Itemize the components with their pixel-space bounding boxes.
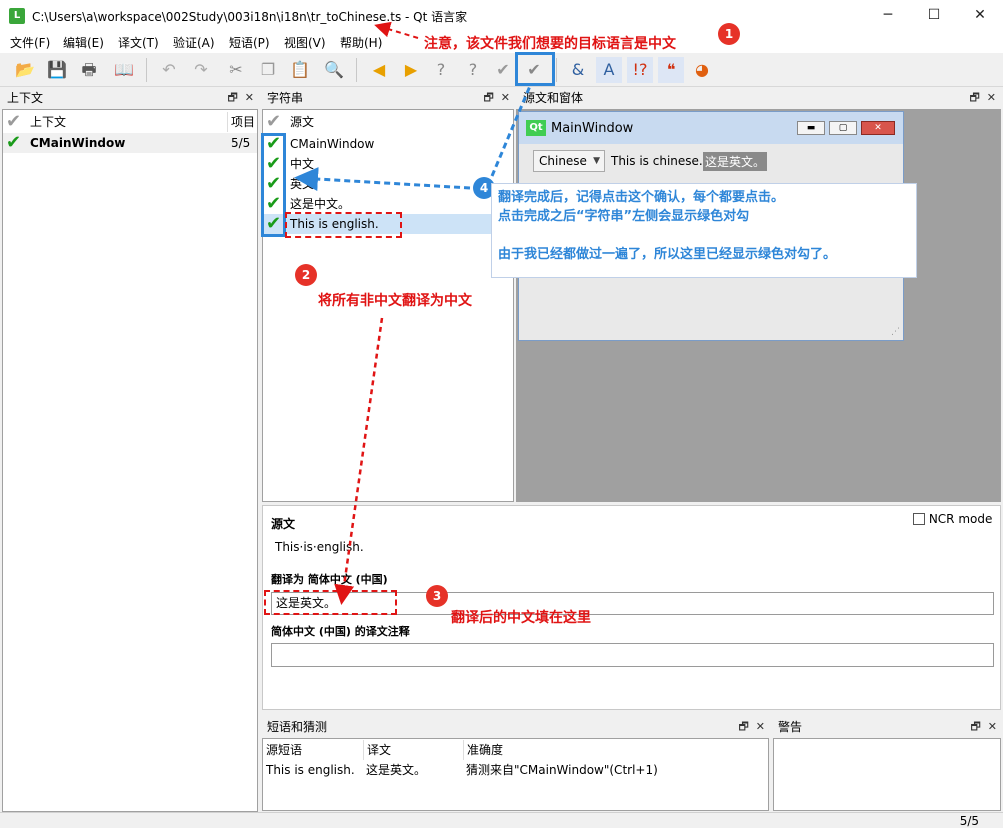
arrow-4a [294, 167, 471, 192]
annotation-4-line1: 翻译完成后，记得点击这个确认，每个都要点击。 [498, 190, 785, 205]
annotation-3-badge: 3 [426, 585, 448, 607]
annotation-arrows [294, 21, 532, 605]
annotation-4-line3: 由于我已经都做过一遍了，所以这里已经显示绿色对勾了。 [498, 247, 837, 262]
highlight-selected-string [285, 212, 402, 238]
annotation-1-text: 注意，该文件我们想要的目标语言是中文 [424, 36, 676, 52]
highlight-done-next [515, 52, 555, 86]
annotation-2-badge: 2 [295, 264, 317, 286]
annotation-4-box: 翻译完成后，记得点击这个确认，每个都要点击。 点击完成之后“字符串”左侧会显示绿… [491, 183, 917, 278]
highlight-checkmarks [261, 133, 286, 237]
annotation-3-text: 翻译后的中文填在这里 [451, 610, 591, 626]
highlight-translation [264, 590, 397, 615]
annotation-4-line2: 点击完成之后“字符串”左侧会显示绿色对勾 [498, 209, 750, 224]
arrow-2 [334, 317, 384, 605]
arrow-1 [374, 21, 419, 39]
annotation-2-text: 将所有非中文翻译为中文 [318, 293, 472, 309]
arrow-4b [490, 85, 532, 177]
annotation-1-badge: 1 [718, 23, 740, 45]
